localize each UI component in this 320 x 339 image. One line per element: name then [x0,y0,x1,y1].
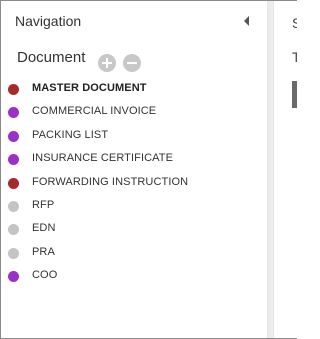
document-list: MASTER DOCUMENT COMMERCIAL INVOICE PACKING… [1,81,267,292]
document-list-item[interactable]: PACKING LIST [1,128,267,151]
collapse-panel-button[interactable] [241,14,253,28]
document-label: MASTER DOCUMENT [32,82,147,94]
add-document-button[interactable] [98,54,116,72]
navigation-title: Navigation [15,13,82,29]
minus-circle-icon [127,62,137,64]
status-dot-icon [8,130,19,142]
document-header: Document [17,49,86,66]
document-list-item[interactable]: PRA [1,245,267,268]
status-dot-icon [8,84,19,95]
status-dot-icon [8,247,19,259]
document-label: COMMERCIAL INVOICE [32,105,157,118]
plus-circle-icon [102,58,112,68]
document-list-item[interactable]: COMMERCIAL INVOICE [1,104,267,127]
document-list-item[interactable]: EDN [1,221,267,244]
content-subheading: T [292,49,297,65]
window-frame: Navigation Document MASTER DOCUMENT COMME… [0,0,297,339]
document-label: PRA [32,245,55,258]
navigation-panel: Navigation Document MASTER DOCUMENT COMME… [1,1,267,338]
status-dot-icon [8,154,19,166]
document-list-item[interactable]: RFP [1,198,267,221]
chevron-left-icon [244,16,249,26]
document-list-item[interactable]: FORWARDING INSTRUCTION [1,175,267,198]
content-heading: S [292,15,297,31]
document-list-item[interactable]: INSURANCE CERTIFICATE [1,151,267,174]
document-list-item[interactable]: MASTER DOCUMENT [1,81,267,104]
document-label: COO [32,269,58,282]
document-label: FORWARDING INSTRUCTION [32,175,189,188]
remove-document-button[interactable] [123,54,141,72]
content-panel: S T [273,1,297,338]
document-label: RFP [32,198,55,211]
status-dot-icon [8,107,19,119]
content-control[interactable] [292,81,297,108]
document-label: INSURANCE CERTIFICATE [32,152,174,165]
status-dot-icon [8,271,19,283]
document-list-item[interactable]: COO [1,268,267,291]
document-label: EDN [32,222,56,235]
status-dot-icon [8,177,19,189]
document-label: PACKING LIST [32,128,109,141]
status-dot-icon [8,200,19,212]
status-dot-icon [8,224,19,236]
